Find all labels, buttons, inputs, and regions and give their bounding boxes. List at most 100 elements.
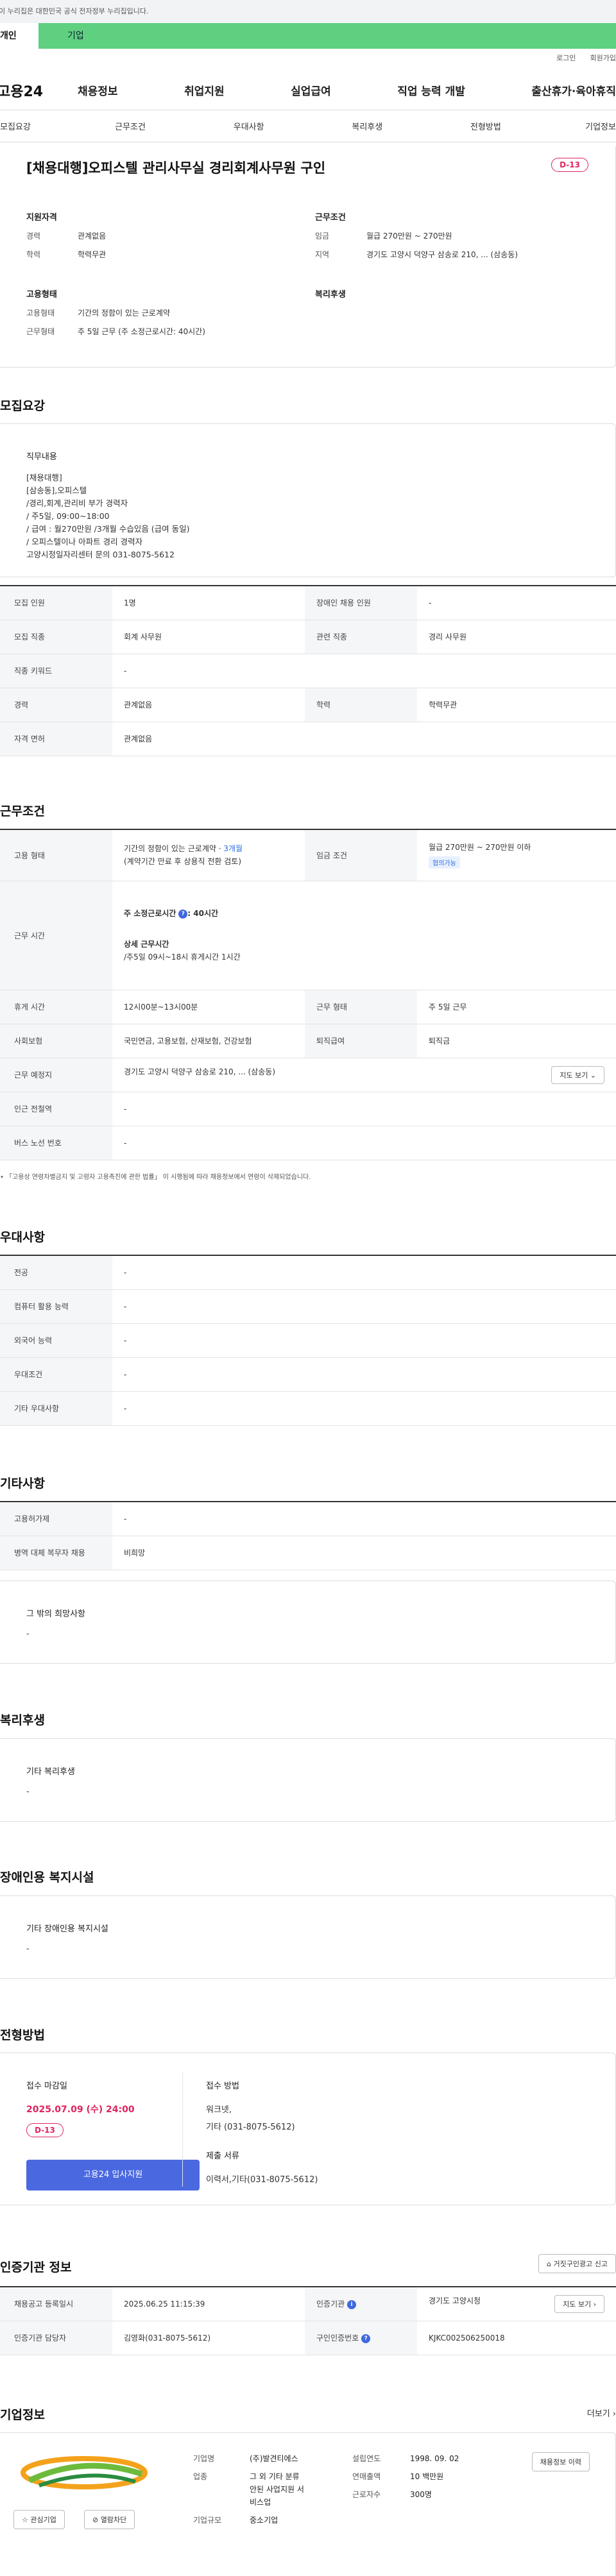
tab-personal[interactable]: 개인 — [0, 23, 38, 49]
cell-value: - — [112, 1357, 616, 1392]
question-icon[interactable]: ? — [361, 2334, 371, 2343]
login-link[interactable]: 로그인 — [556, 54, 576, 62]
gnb-item-parental-leave[interactable]: 출산휴가·육아휴직 — [531, 82, 616, 98]
info-icon[interactable]: i — [347, 2300, 356, 2309]
table-row: 사회보험 국민연금, 고용보험, 산재보험, 건강보험 퇴직급여 퇴직금 — [0, 1024, 616, 1058]
table-row: 고용허가제 - — [0, 1502, 616, 1536]
negotiable-badge: 협의가능 — [429, 856, 460, 869]
gnb-menu: 채용정보 취업지원 실업급여 직업 능력 개발 출산휴가·육아휴직 — [78, 82, 616, 98]
name-value: (주)발견티에스 — [250, 2454, 298, 2463]
welfare-label: 기타 복리후생 — [26, 1767, 75, 1777]
emptype-label: 고용형태 — [26, 309, 55, 318]
emptype-note: (계약기간 만료 후 상용직 전환 검토) — [124, 857, 241, 867]
cell-label: 컴퓨터 활용 능력 — [0, 1289, 112, 1324]
cell-label: 병역 대체 복무자 채용 — [0, 1536, 112, 1570]
industry-line: 비스업 — [250, 2498, 271, 2507]
cell-value: - — [417, 586, 616, 620]
employment-group: 고용형태 고용형태 기간의 정함이 있는 근로계약 근무형태 주 5일 근무 (주 … — [26, 287, 283, 337]
hours-detail-title: 상세 근무시간 — [124, 940, 169, 949]
edu-value: 학력무관 — [78, 250, 107, 259]
hours-detail: /주5일 09시~18시 휴게시간 1시간 — [124, 953, 241, 962]
gnb-item-training[interactable]: 직업 능력 개발 — [397, 82, 465, 98]
welfare-box: 기타 복리후생 - — [0, 1738, 616, 1822]
cell-label: 모집 직종 — [0, 620, 112, 654]
tab-preferences[interactable]: 우대사항 — [189, 120, 308, 132]
work-heading: 근무조건 — [0, 804, 45, 818]
recruit-table: 모집 인원 1명 장애인 채용 인원 - 모집 직종 회계 사무원 관련 직종 … — [0, 585, 616, 756]
employment-title: 고용형태 — [26, 290, 57, 300]
scale-value: 중소기업 — [250, 2516, 278, 2525]
deadline-group: 접수 마감일 2025.07.09 (수) 24:00 D-13 — [26, 2079, 193, 2137]
hours-title: 주 소정근로시간 — [124, 909, 176, 918]
global-nav: 고용24 채용정보 취업지원 실업급여 직업 능력 개발 출산휴가·육아휴직 — [0, 71, 616, 110]
cell-value: 국민연금, 고용보험, 산재보험, 건강보험 — [112, 1024, 305, 1058]
duty-line: / 주5일, 09:00~18:00 — [26, 511, 110, 521]
block-button[interactable]: ⊘ 열람차단 — [84, 2510, 135, 2529]
tab-recruit[interactable]: 모집요강 — [0, 120, 71, 132]
apply-button[interactable]: 고용24 입사지원 — [26, 2160, 200, 2190]
welfare-heading: 복리후생 — [0, 1713, 45, 1727]
worktype-value: 주 5일 근무 (주 소정근로시간: 40시간) — [78, 327, 205, 336]
disability-label: 기타 장애인용 복지시설 — [26, 1924, 108, 1934]
welfare-title: 복리후생 — [315, 290, 346, 300]
table-row: 휴게 시간 12시00분~13시00분 근무 형태 주 5일 근무 — [0, 990, 616, 1024]
question-icon[interactable]: ? — [178, 909, 188, 919]
company-info-right: 설립연도 1998. 09. 02 연매출액 10 백만원 근로자수 300명 — [352, 2452, 459, 2501]
tab-process[interactable]: 전형방법 — [427, 120, 545, 132]
tab-company[interactable]: 기업 — [38, 23, 616, 49]
welfare-group: 복리후생 — [315, 287, 346, 300]
cell-label: 직종 키워드 — [0, 654, 112, 688]
cell-value: 학력무관 — [417, 688, 616, 722]
industry-line: 안된 사업지원 서 — [250, 2485, 304, 2494]
logo[interactable]: 고용24 — [0, 80, 78, 101]
method-line-2: 기타 (031-8075-5612) — [206, 2123, 295, 2132]
recruit-heading: 모집요강 — [0, 399, 45, 413]
method-group: 접수 방법 워크넷, 기타 (031-8075-5612) 제출 서류 이력서,… — [206, 2079, 318, 2185]
revenue-value: 10 백만원 — [410, 2472, 444, 2481]
interest-button[interactable]: ☆ 관심기업 — [13, 2510, 65, 2529]
company-logo-image — [21, 2456, 148, 2489]
cell-value: - — [112, 1289, 616, 1324]
docs-label: 제출 서류 — [206, 2151, 239, 2161]
gov-notice: 이 누리집은 대한민국 공식 전자정부 누리집입니다. — [0, 7, 149, 15]
company-info-left: 기업명 (주)발견티에스 업종 그 외 기타 분류 안된 사업지원 서 비스업 기… — [193, 2452, 304, 2527]
deadline-label: 접수 마감일 — [26, 2081, 67, 2091]
gnb-item-unemployment[interactable]: 실업급여 — [291, 82, 331, 98]
company-logo — [13, 2448, 155, 2500]
process-heading: 전형방법 — [0, 2028, 45, 2042]
disability-box: 기타 장애인용 복지시설 - — [0, 1895, 616, 1979]
table-row: 버스 노선 번호 - — [0, 1126, 616, 1160]
cell-value: - — [112, 1391, 616, 1426]
tab-welfare[interactable]: 복리후생 — [308, 120, 427, 132]
duty-line: /경리,회계,관리비 부가 경력자 — [26, 498, 128, 508]
gnb-item-employment-support[interactable]: 취업지원 — [184, 82, 225, 98]
cell-value: 관계없음 — [112, 722, 616, 756]
report-button[interactable]: ⌂ 거짓구인광고 신고 — [538, 2254, 616, 2273]
cell-value: 2025.06.25 11:15:39 — [112, 2287, 305, 2321]
recruit-history-button[interactable]: 채용정보 이력 — [531, 2452, 590, 2471]
cell-label: 인증기관 i — [305, 2287, 417, 2321]
cell-value: - — [112, 1092, 616, 1126]
signup-link[interactable]: 회원가입 — [590, 54, 616, 62]
gnb-item-jobs[interactable]: 채용정보 — [78, 82, 118, 98]
place-text: 경기도 고양시 덕양구 삼송로 210, ... (삼송동) — [124, 1067, 276, 1076]
cell-value: 12시00분~13시00분 — [112, 990, 305, 1024]
cell-label: 임금 조건 — [305, 829, 417, 881]
career-value: 관계없음 — [78, 232, 107, 241]
cell-value: 관계없음 — [112, 688, 305, 722]
hours-value: : 40시간 — [187, 909, 219, 918]
etc-heading: 기타사항 — [0, 1477, 45, 1491]
map-button[interactable]: 지도 보기 ⌄ — [551, 1065, 604, 1084]
region-label: 지역 — [315, 250, 330, 259]
pref-table: 전공 - 컴퓨터 활용 능력 - 외국어 능력 - 우대조건 - 기타 우대사항 - — [0, 1255, 616, 1426]
table-row: 자격 면허 관계없음 — [0, 722, 616, 756]
tab-company[interactable]: 기업정보 — [545, 120, 616, 132]
pref-heading: 우대사항 — [0, 1230, 45, 1244]
edu-label: 학력 — [26, 250, 41, 259]
tab-work-conditions[interactable]: 근무조건 — [71, 120, 190, 132]
qualification-title: 지원자격 — [26, 213, 57, 223]
table-row: 근무 예정지 경기도 고양시 덕양구 삼송로 210, ... (삼송동) 지도… — [0, 1058, 616, 1092]
dday-badge: D-13 — [551, 158, 588, 172]
more-link[interactable]: 더보기 › — [587, 2407, 616, 2419]
agency-map-button[interactable]: 지도 보기 › — [554, 2294, 604, 2313]
